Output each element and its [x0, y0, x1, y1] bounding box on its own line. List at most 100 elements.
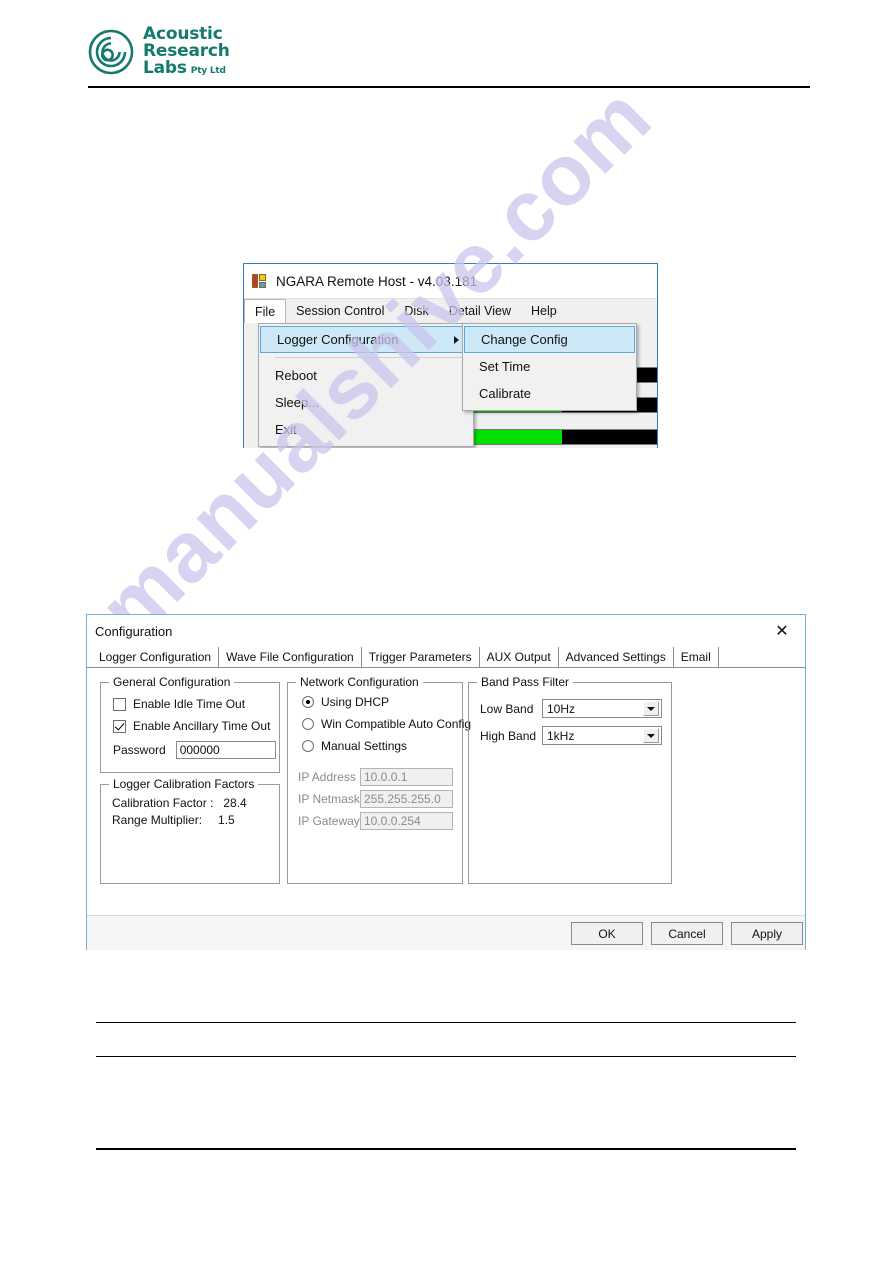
checkbox-enable-idle-timeout[interactable]	[113, 697, 126, 711]
ip-gateway-row: IP Gateway 10.0.0.254	[298, 812, 453, 830]
checkbox-row-idle-timeout[interactable]: Enable Idle Time Out	[113, 697, 245, 711]
group-band-pass-filter: Band Pass Filter Low Band 10Hz High Band…	[468, 675, 672, 884]
tab-aux-output[interactable]: AUX Output	[479, 647, 559, 667]
radio-win-compatible-auto-config-label: Win Compatible Auto Config	[321, 717, 472, 731]
menu-item-sleep[interactable]: Sleep...	[259, 389, 473, 416]
chevron-down-icon[interactable]	[643, 701, 659, 716]
low-band-label: Low Band	[480, 701, 534, 716]
header-divider	[88, 86, 810, 88]
logo-line-3-suffix: Pty Ltd	[190, 66, 226, 76]
high-band-dropdown[interactable]: 1kHz	[542, 726, 662, 745]
logger-configuration-submenu: Change Config Set Time Calibrate	[462, 323, 637, 411]
low-band-row: Low Band 10Hz	[480, 699, 662, 718]
logo-wordmark: Acoustic Research Labs Pty Ltd	[143, 26, 230, 77]
radio-row-using-dhcp[interactable]: Using DHCP	[302, 695, 389, 709]
radio-row-win-compatible-auto-config[interactable]: Win Compatible Auto Config	[302, 717, 471, 731]
checkbox-enable-idle-timeout-label: Enable Idle Time Out	[133, 697, 246, 711]
dialog-titlebar: Configuration ✕	[87, 615, 805, 647]
checkbox-enable-ancillary-timeout-label: Enable Ancillary Time Out	[133, 719, 271, 733]
group-logger-calibration-factors: Logger Calibration Factors Calibration F…	[100, 777, 280, 884]
apply-button[interactable]: Apply	[731, 922, 803, 945]
dialog-page-logger-configuration: General Configuration Enable Idle Time O…	[87, 668, 805, 915]
dialog-title: Configuration	[95, 623, 173, 639]
menu-item-calibrate[interactable]: Calibrate	[463, 380, 636, 407]
tab-logger-configuration[interactable]: Logger Configuration	[92, 647, 220, 667]
ip-gateway-label: IP Gateway	[298, 814, 360, 828]
password-input[interactable]: 000000	[175, 741, 276, 759]
ip-netmask-row: IP Netmask 255.255.255.0	[298, 790, 453, 808]
tab-trigger-parameters[interactable]: Trigger Parameters	[361, 647, 480, 667]
menubar-item-session-control[interactable]: Session Control	[286, 299, 394, 323]
range-multiplier-label: Range Multiplier:	[112, 813, 203, 827]
menu-item-set-time[interactable]: Set Time	[463, 353, 636, 380]
footer-divider-1	[96, 1022, 796, 1023]
logo-line-3-main: Labs	[143, 58, 187, 78]
group-general-configuration: General Configuration Enable Idle Time O…	[100, 675, 280, 773]
spiral-circles-icon	[88, 29, 134, 74]
submenu-arrow-icon	[454, 335, 459, 344]
ip-address-label: IP Address	[298, 770, 356, 784]
footer-divider-2	[96, 1056, 796, 1057]
group-logger-calibration-factors-legend: Logger Calibration Factors	[109, 777, 259, 791]
range-multiplier-row: Range Multiplier: 1.5	[112, 813, 235, 827]
ip-address-input[interactable]: 10.0.0.1	[360, 768, 453, 786]
footer-divider-3	[96, 1148, 796, 1150]
menubar-item-file[interactable]: File	[244, 299, 287, 324]
radio-manual-settings[interactable]	[302, 740, 314, 752]
calibration-factor-value: 28.4	[223, 796, 247, 810]
dotnet-app-icon	[252, 273, 267, 289]
ok-button[interactable]: OK	[571, 922, 643, 945]
password-row: Password 000000	[113, 741, 276, 759]
close-icon[interactable]: ✕	[769, 620, 795, 642]
checkbox-enable-ancillary-timeout[interactable]	[113, 719, 126, 733]
menubar-item-detail-view[interactable]: Detail View	[439, 299, 521, 323]
group-network-configuration-legend: Network Configuration	[296, 675, 423, 689]
group-network-configuration: Network Configuration Using DHCP Win Com…	[287, 675, 471, 884]
range-multiplier-value: 1.5	[218, 813, 235, 827]
radio-row-manual-settings[interactable]: Manual Settings	[302, 739, 407, 753]
ip-netmask-label: IP Netmask	[298, 792, 360, 806]
menu-item-logger-configuration-label: Logger Configuration	[277, 332, 399, 347]
page-header: Acoustic Research Labs Pty Ltd	[0, 0, 893, 92]
high-band-value: 1kHz	[547, 728, 575, 743]
chevron-down-icon[interactable]	[643, 728, 659, 743]
menubar-item-help[interactable]: Help	[521, 299, 567, 323]
menu-item-logger-configuration[interactable]: Logger Configuration	[260, 326, 472, 353]
menu-item-reboot[interactable]: Reboot	[259, 362, 473, 389]
low-band-value: 10Hz	[547, 701, 576, 716]
company-logo: Acoustic Research Labs Pty Ltd	[88, 26, 230, 77]
menu-item-exit[interactable]: Exit	[259, 416, 473, 443]
radio-win-compatible-auto-config[interactable]	[302, 718, 314, 730]
file-dropdown-menu: Logger Configuration Reboot Sleep... Exi…	[258, 323, 474, 447]
window-title: NGARA Remote Host - v4.03.181	[276, 273, 478, 289]
ip-gateway-input[interactable]: 10.0.0.254	[360, 812, 453, 830]
menu-separator	[275, 357, 463, 358]
high-band-row: High Band 1kHz	[480, 726, 662, 745]
radio-manual-settings-label: Manual Settings	[321, 739, 408, 753]
checkbox-row-ancillary-timeout[interactable]: Enable Ancillary Time Out	[113, 719, 270, 733]
ngara-remote-host-window: NGARA Remote Host - v4.03.181 File Sessi…	[243, 263, 658, 448]
ip-netmask-input[interactable]: 255.255.255.0	[360, 790, 453, 808]
logo-line-3: Labs Pty Ltd	[143, 60, 230, 77]
radio-using-dhcp[interactable]	[302, 696, 314, 708]
password-label: Password	[113, 743, 166, 757]
menubar-item-disk[interactable]: Disk	[394, 299, 438, 323]
menubar: File Session Control Disk Detail View He…	[244, 298, 657, 324]
high-band-label: High Band	[480, 728, 537, 743]
tab-advanced-settings[interactable]: Advanced Settings	[558, 647, 674, 667]
open-menus-layer: Logger Configuration Reboot Sleep... Exi…	[244, 323, 657, 448]
low-band-dropdown[interactable]: 10Hz	[542, 699, 662, 718]
menu-item-change-config[interactable]: Change Config	[464, 326, 635, 353]
cancel-button[interactable]: Cancel	[651, 922, 723, 945]
radio-using-dhcp-label: Using DHCP	[321, 695, 390, 709]
window-titlebar: NGARA Remote Host - v4.03.181	[244, 264, 657, 298]
dialog-tabstrip: Logger Configuration Wave File Configura…	[87, 647, 805, 668]
tab-wave-file-configuration[interactable]: Wave File Configuration	[219, 647, 362, 667]
calibration-factor-label: Calibration Factor :	[112, 796, 214, 810]
group-general-configuration-legend: General Configuration	[109, 675, 235, 689]
tab-email[interactable]: Email	[673, 647, 719, 667]
calibration-factor-row: Calibration Factor : 28.4	[112, 796, 247, 810]
dialog-footer: OK Cancel Apply	[87, 915, 805, 950]
ip-address-row: IP Address 10.0.0.1	[298, 768, 453, 786]
configuration-dialog: Configuration ✕ Logger Configuration Wav…	[86, 614, 806, 950]
